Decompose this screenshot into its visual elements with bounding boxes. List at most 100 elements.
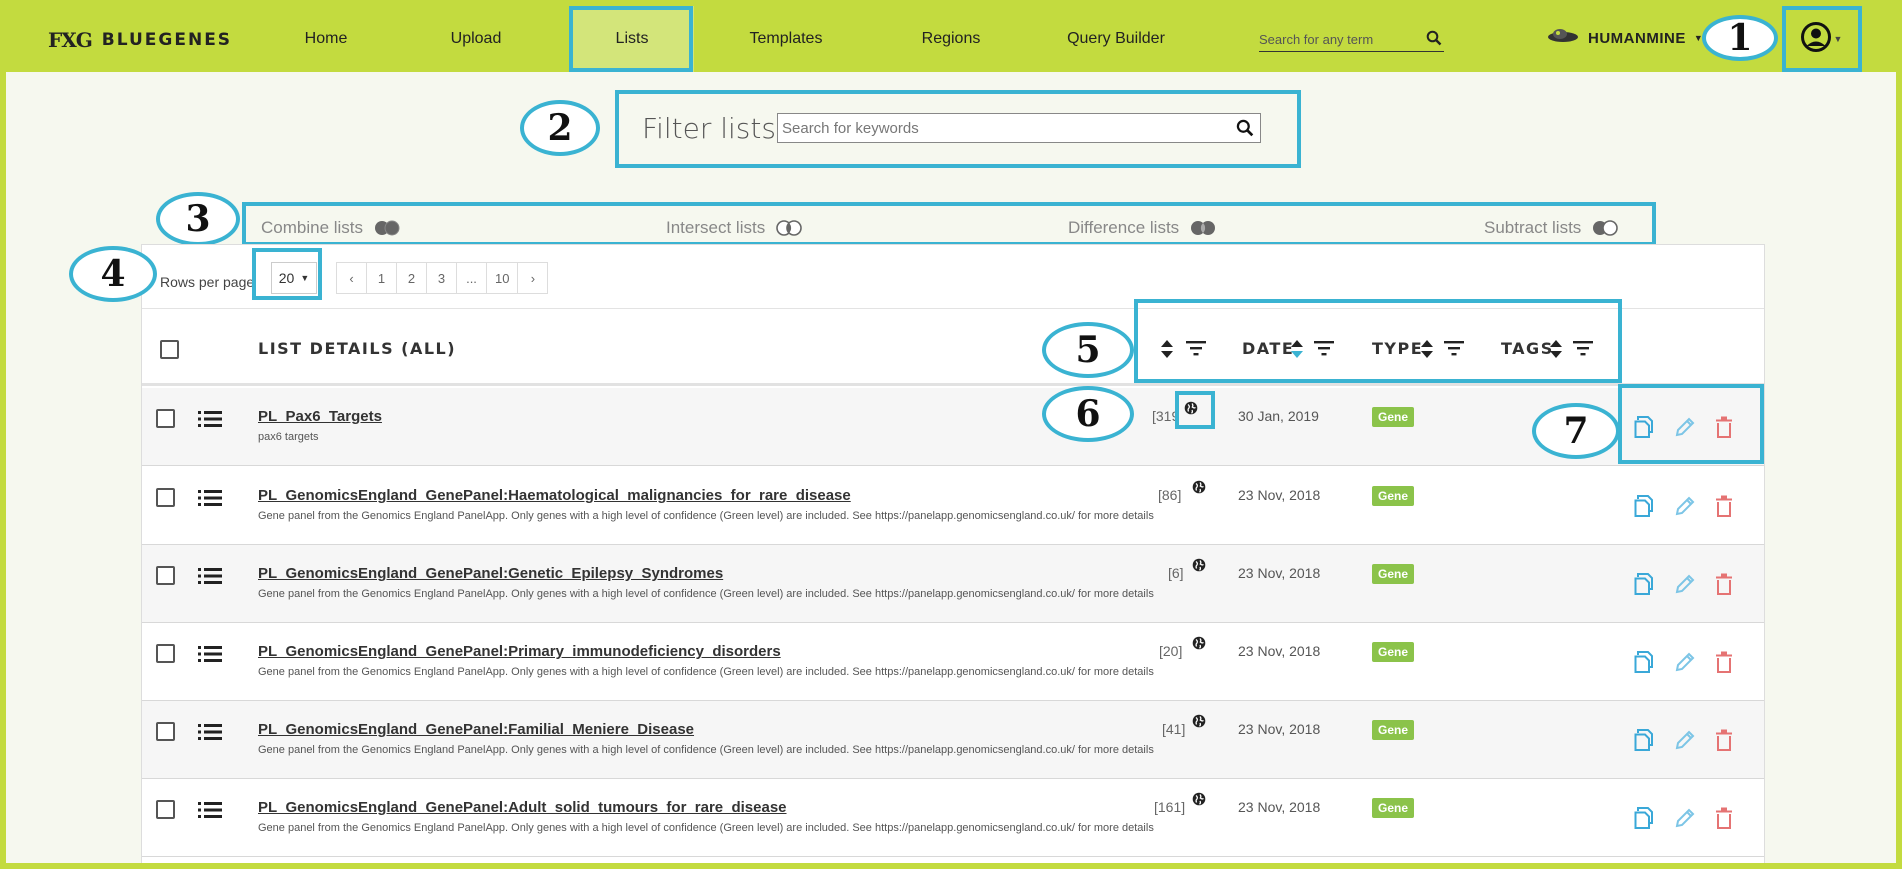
page-ellipsis: ... xyxy=(456,262,487,294)
set-op-label: Subtract lists xyxy=(1484,218,1582,237)
highlight-set-ops xyxy=(242,202,1656,246)
row-checkbox[interactable] xyxy=(156,644,175,663)
search-icon[interactable] xyxy=(1426,30,1442,51)
page-prev-button[interactable]: ‹ xyxy=(336,262,367,294)
page-button[interactable]: 2 xyxy=(396,262,427,294)
header-tags[interactable]: TAGS xyxy=(1501,339,1554,358)
type-badge: Gene xyxy=(1372,564,1415,584)
list-description: pax6 targets xyxy=(258,431,319,443)
copy-icon[interactable] xyxy=(1634,729,1654,756)
copy-icon[interactable] xyxy=(1634,807,1654,834)
filter-title: Filter lists xyxy=(642,112,776,145)
page-next-button[interactable]: › xyxy=(517,262,549,294)
header-date[interactable]: DATE xyxy=(1242,339,1294,358)
nav-home[interactable]: Home xyxy=(266,6,386,72)
type-badge: Gene xyxy=(1372,720,1415,740)
page-button[interactable]: 3 xyxy=(426,262,457,294)
list-date: 23 Nov, 2018 xyxy=(1238,643,1321,659)
list-date: 23 Nov, 2018 xyxy=(1238,799,1321,815)
copy-icon[interactable] xyxy=(1634,416,1654,443)
list-date: 23 Nov, 2018 xyxy=(1238,487,1321,503)
list-title[interactable]: PL_GenomicsEngland_GenePanel:Genetic_Epi… xyxy=(258,565,723,582)
edit-icon[interactable] xyxy=(1674,416,1696,443)
sort-icon[interactable] xyxy=(1420,339,1434,364)
set-op-difference[interactable]: Difference lists xyxy=(1068,218,1217,238)
callout-3: 3 xyxy=(156,192,240,246)
rows-per-page-label: Rows per page xyxy=(160,274,255,290)
row-checkbox[interactable] xyxy=(156,488,175,507)
rows-per-page-select[interactable]: 20 ▼ xyxy=(271,262,317,294)
globe-icon xyxy=(1192,792,1206,811)
copy-icon[interactable] xyxy=(1634,573,1654,600)
table-header: LIST DETAILS (ALL) DATE TYPE TAGS xyxy=(142,308,1764,386)
callout-5: 5 xyxy=(1042,322,1134,378)
nav-query-builder[interactable]: Query Builder xyxy=(1036,6,1196,72)
table-row: PL_GenomicsEngland_GenePanel:Familial_Me… xyxy=(142,701,1764,779)
toggle-icon xyxy=(373,220,401,236)
delete-icon[interactable] xyxy=(1715,416,1733,443)
list-description: Gene panel from the Genomics England Pan… xyxy=(258,588,1154,600)
row-checkbox[interactable] xyxy=(156,722,175,741)
sort-icon[interactable] xyxy=(1160,339,1174,364)
edit-icon[interactable] xyxy=(1674,651,1696,678)
list-description: Gene panel from the Genomics England Pan… xyxy=(258,510,1154,522)
brand-logo[interactable]: FXG BLUEGENES xyxy=(48,28,232,52)
row-checkbox[interactable] xyxy=(156,566,175,585)
delete-icon[interactable] xyxy=(1715,729,1733,756)
list-icon xyxy=(198,410,222,433)
pagination: ‹ 1 2 3 ... 10 › xyxy=(336,262,549,294)
list-count: [6] xyxy=(1168,565,1184,581)
list-title[interactable]: PL_GenomicsEngland_GenePanel:Haematologi… xyxy=(258,487,851,504)
list-description: Gene panel from the Genomics England Pan… xyxy=(258,744,1154,756)
callout-6: 6 xyxy=(1042,386,1134,442)
row-checkbox[interactable] xyxy=(156,800,175,819)
copy-icon[interactable] xyxy=(1634,651,1654,678)
page-button[interactable]: 10 xyxy=(486,262,519,294)
delete-icon[interactable] xyxy=(1715,573,1733,600)
filter-icon[interactable] xyxy=(1573,340,1593,361)
nav-templates[interactable]: Templates xyxy=(711,6,861,72)
filter-icon[interactable] xyxy=(1314,340,1334,361)
list-icon xyxy=(198,489,222,512)
select-all-checkbox[interactable] xyxy=(160,340,179,359)
globe-icon xyxy=(1192,480,1206,499)
edit-icon[interactable] xyxy=(1674,573,1696,600)
nav-lists[interactable]: Lists xyxy=(570,6,694,72)
list-count: [41] xyxy=(1162,721,1186,737)
header-type[interactable]: TYPE xyxy=(1372,339,1423,358)
delete-icon[interactable] xyxy=(1715,651,1733,678)
filter-icon[interactable] xyxy=(1444,340,1464,361)
page-button[interactable]: 1 xyxy=(366,262,397,294)
list-title[interactable]: PL_GenomicsEngland_GenePanel:Familial_Me… xyxy=(258,721,694,738)
copy-icon[interactable] xyxy=(1634,495,1654,522)
page: FXG BLUEGENES Home Upload Lists Template… xyxy=(6,6,1896,863)
filter-icon[interactable] xyxy=(1186,340,1206,361)
edit-icon[interactable] xyxy=(1674,729,1696,756)
set-op-intersect[interactable]: Intersect lists xyxy=(666,218,803,238)
nav-regions[interactable]: Regions xyxy=(876,6,1026,72)
global-search-input[interactable] xyxy=(1259,28,1419,50)
list-title[interactable]: PL_GenomicsEngland_GenePanel:Adult_solid… xyxy=(258,799,787,816)
callout-2: 2 xyxy=(520,100,600,156)
brand-name: BLUEGENES xyxy=(101,30,233,50)
sort-icon[interactable] xyxy=(1290,339,1304,364)
sort-icon[interactable] xyxy=(1549,339,1563,364)
delete-icon[interactable] xyxy=(1715,807,1733,834)
set-op-combine[interactable]: Combine lists xyxy=(261,218,401,238)
list-title[interactable]: PL_GenomicsEngland_GenePanel:Primary_imm… xyxy=(258,643,781,660)
list-date: 23 Nov, 2018 xyxy=(1238,565,1321,581)
set-op-subtract[interactable]: Subtract lists xyxy=(1484,218,1619,238)
nav-upload[interactable]: Upload xyxy=(406,6,546,72)
user-icon xyxy=(1800,21,1832,58)
edit-icon[interactable] xyxy=(1674,807,1696,834)
filter-input[interactable] xyxy=(782,115,1222,141)
edit-icon[interactable] xyxy=(1674,495,1696,522)
list-icon xyxy=(198,723,222,746)
delete-icon[interactable] xyxy=(1715,495,1733,522)
list-description: Gene panel from the Genomics England Pan… xyxy=(258,666,1154,678)
mine-selector[interactable]: HUMANMINE ▼ xyxy=(1546,28,1703,48)
list-title[interactable]: PL_Pax6_Targets xyxy=(258,408,382,425)
user-menu-button[interactable]: ▼ xyxy=(1782,6,1860,72)
row-checkbox[interactable] xyxy=(156,409,175,428)
search-icon[interactable] xyxy=(1236,119,1254,142)
